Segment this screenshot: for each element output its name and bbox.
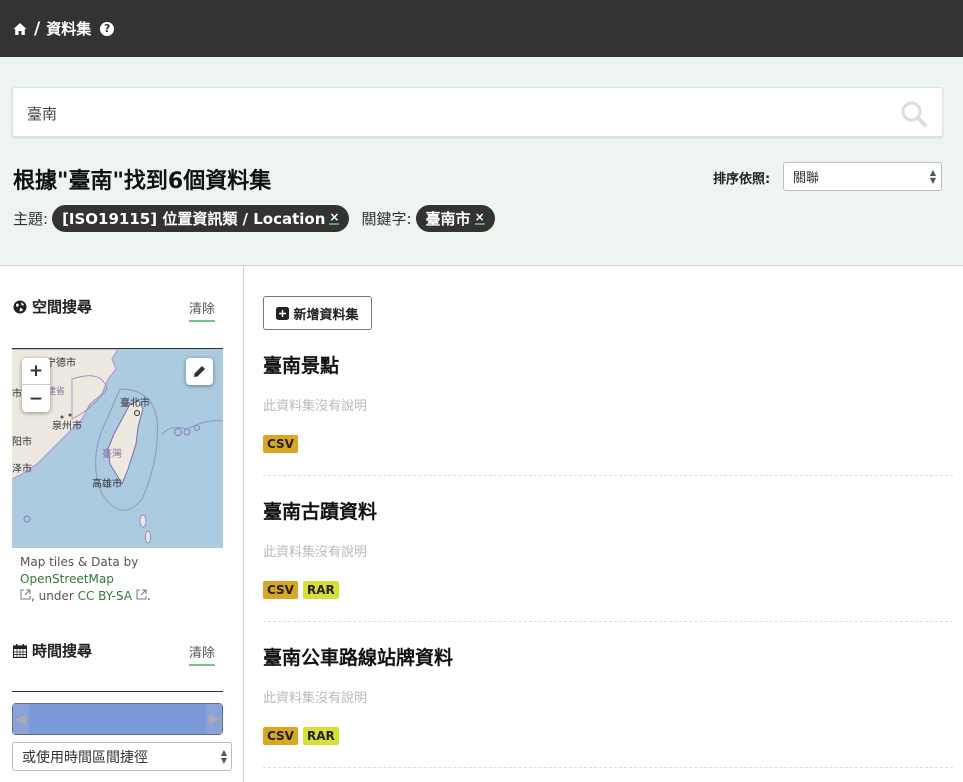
external-link-icon (136, 589, 147, 600)
home-icon[interactable] (13, 22, 27, 36)
pencil-icon (194, 366, 205, 377)
globe-icon (13, 300, 27, 313)
theme-label: 主題: (13, 209, 49, 228)
keyword-filter-pill: 臺南市 × (415, 204, 495, 232)
calendar-icon (13, 643, 27, 658)
remove-keyword-icon[interactable]: × (474, 211, 485, 225)
map-label-quanzhou: 泉州市 (52, 419, 82, 432)
dataset-formats: CSV RAR (263, 581, 953, 599)
time-shortcut-value: 或使用時間區間捷徑 (22, 749, 148, 766)
search-box (12, 87, 943, 137)
slider-left-handle[interactable]: ◀ (13, 704, 29, 734)
sort-select-value: 關聯 (793, 171, 820, 186)
slider-right-handle[interactable]: ▶ (206, 704, 222, 734)
attribution-prefix: Map tiles & Data by (20, 555, 139, 569)
search-input[interactable] (27, 101, 887, 125)
spatial-search-title: 空間搜尋 (32, 298, 93, 316)
dataset-description: 此資料集沒有說明 (263, 399, 368, 414)
keyword-label: 關鍵字: (361, 209, 412, 228)
format-badge-rar[interactable]: RAR (302, 727, 339, 745)
results-heading: 根據"臺南"找到6個資料集 (13, 169, 272, 194)
map-label-taiwan: 臺灣 (102, 447, 122, 460)
map-label-taipei: 臺北市 (120, 396, 150, 409)
format-badge-csv[interactable]: CSV (263, 435, 298, 453)
dataset-title[interactable]: 臺南古蹟資料 (263, 497, 953, 524)
draw-area-button[interactable] (186, 358, 213, 385)
add-dataset-label: 新增資料集 (293, 307, 359, 323)
external-link-icon (20, 589, 31, 600)
clear-time-link[interactable]: 清除 (189, 642, 216, 666)
dataset-description: 此資料集沒有說明 (263, 545, 368, 560)
search-icon[interactable] (900, 100, 928, 128)
dataset-divider (263, 767, 953, 768)
select-arrows-icon: ▲ ▼ (220, 748, 227, 765)
dataset-description: 此資料集沒有說明 (263, 691, 368, 706)
sidebar: 空間搜尋 清除 宁德市 福建省 臺北市 泉州市 臺灣 高雄市 市 阳市 泽市 +… (0, 266, 244, 782)
time-search-title: 時間搜尋 (32, 642, 93, 660)
sort-select[interactable]: 關聯 ▲ ▼ (783, 162, 942, 191)
help-icon[interactable]: ? (100, 21, 115, 36)
select-arrows-icon: ▲ ▼ (929, 168, 936, 185)
breadcrumb-separator: / (34, 18, 41, 39)
zoom-in-button[interactable]: + (22, 358, 50, 385)
add-dataset-button[interactable]: 新增資料集 (263, 296, 372, 330)
dataset-item: 臺南景點 此資料集沒有說明 CSV (263, 351, 953, 476)
time-shortcut-select[interactable]: 或使用時間區間捷徑 ▲ ▼ (12, 742, 232, 771)
theme-filter-value: [ISO19115] 位置資訊類 / Location (62, 209, 326, 228)
dataset-formats: CSV RAR (263, 727, 953, 745)
dataset-divider (263, 475, 953, 476)
time-search-heading: 時間搜尋 (13, 640, 92, 661)
map-label-fragment: 阳市 (12, 435, 32, 448)
dataset-title[interactable]: 臺南景點 (263, 351, 953, 378)
zoom-control: + − (22, 358, 50, 412)
format-badge-csv[interactable]: CSV (263, 581, 298, 599)
openstreetmap-link[interactable]: OpenStreetMap (20, 572, 114, 586)
dataset-item: 臺南古蹟資料 此資料集沒有說明 CSV RAR (263, 497, 953, 622)
zoom-out-button[interactable]: − (22, 385, 50, 412)
dataset-formats: CSV (263, 435, 953, 453)
dataset-item: 臺南公車路線站牌資料 此資料集沒有說明 CSV RAR (263, 643, 953, 768)
plus-square-icon (276, 306, 290, 320)
spatial-search-heading: 空間搜尋 (13, 296, 92, 317)
dataset-title[interactable]: 臺南公車路線站牌資料 (263, 643, 953, 670)
remove-theme-icon[interactable]: × (329, 211, 340, 225)
time-range-slider[interactable]: ◀ ▶ (12, 703, 223, 735)
attribution-end: . (146, 589, 151, 603)
dataset-divider (263, 621, 953, 622)
map-label-fragment: 泽市 (12, 462, 32, 475)
format-badge-rar[interactable]: RAR (302, 581, 339, 599)
clear-spatial-link[interactable]: 清除 (189, 298, 216, 322)
breadcrumb-datasets[interactable]: 資料集 (46, 18, 91, 39)
map-label-fragment: 市 (12, 387, 22, 400)
theme-filter-pill: [ISO19115] 位置資訊類 / Location × (52, 204, 350, 232)
timeline-axis (12, 691, 223, 692)
format-badge-csv[interactable]: CSV (263, 727, 298, 745)
map-attribution: Map tiles & Data by OpenStreetMap , unde… (20, 554, 225, 605)
top-bar: / 資料集 ? (0, 0, 963, 57)
search-panel: 根據"臺南"找到6個資料集 排序依照: 關聯 ▲▼ 主題: [ISO19115]… (0, 57, 963, 266)
sort-label: 排序依照: (713, 172, 771, 187)
attribution-under: , under (31, 589, 74, 603)
active-facets: 主題: [ISO19115] 位置資訊類 / Location × 關鍵字: 臺… (13, 204, 507, 232)
map[interactable]: 宁德市 福建省 臺北市 泉州市 臺灣 高雄市 市 市 阳市 泽市 + − (12, 348, 223, 548)
map-label-ningde: 宁德市 (46, 356, 76, 369)
keyword-filter-value: 臺南市 (425, 209, 471, 228)
license-link[interactable]: CC BY-SA (78, 589, 132, 603)
map-label-kaohsiung: 高雄市 (92, 477, 122, 490)
